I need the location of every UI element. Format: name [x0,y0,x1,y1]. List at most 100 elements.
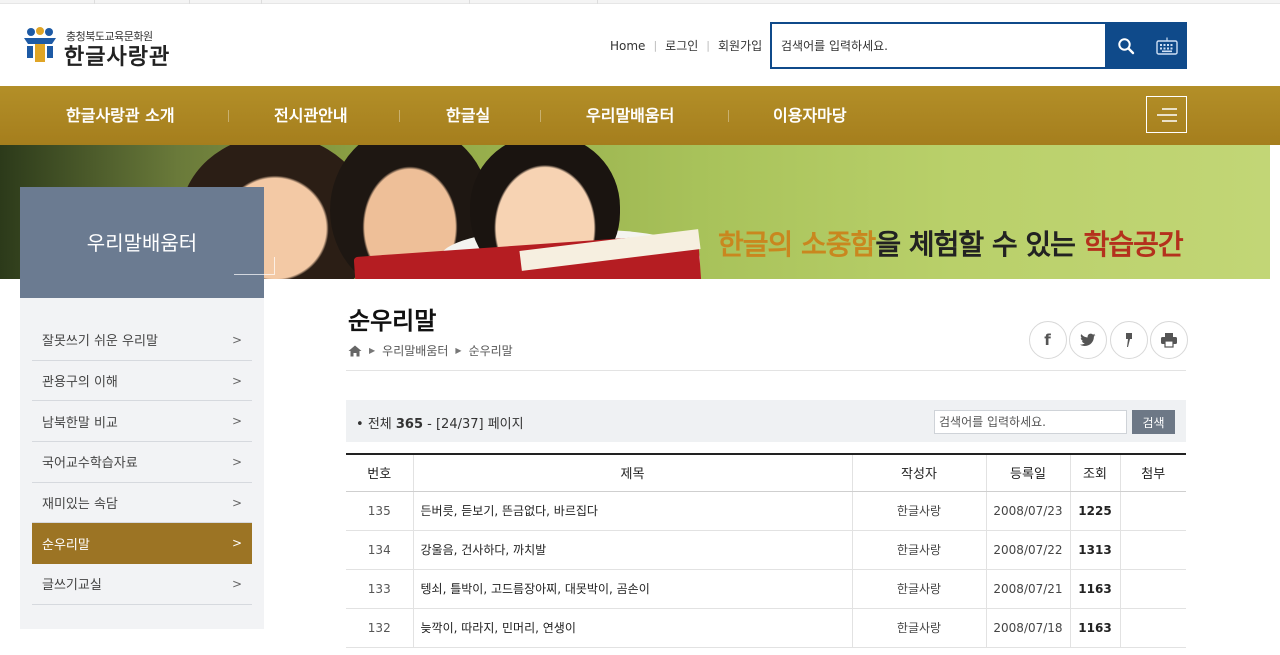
chevron-right-icon: > [231,414,242,429]
cell-date: 2008/07/23 [985,491,1070,531]
cell-author: 한글사랑 [851,491,986,531]
signup-link[interactable]: 회원가입 [718,37,762,54]
decorative-corner [234,257,275,275]
site-logo[interactable]: 충청북도교육문화원 한글사랑관 [20,26,195,70]
chevron-right-icon: > [231,332,242,347]
chevron-right-icon: > [231,536,242,551]
utility-links: Home | 로그인 | 회원가입 [610,37,762,54]
sidebar-item-label: 재미있는 속담 [42,497,118,513]
sidebar-title: 우리말배움터 [86,231,198,255]
breadcrumb-item-current: 순우리말 [468,344,513,358]
cell-views: 1163 [1069,608,1120,648]
login-link[interactable]: 로그인 [665,37,698,54]
cell-date: 2008/07/21 [985,569,1070,609]
nav-item-hangul-room[interactable]: 한글실 [446,86,490,145]
sidebar-item-writing-class[interactable]: 글쓰기교실 > [32,564,252,605]
cell-views: 1163 [1069,569,1120,609]
nav-item-community[interactable]: 이용자마당 [773,86,847,145]
cell-title-link[interactable]: 늦깍이, 따라지, 민머리, 연생이 [412,608,852,648]
cell-date: 2008/07/18 [985,608,1070,648]
sidebar-item-label: 관용구의 이해 [42,375,118,391]
cell-date: 2008/07/22 [985,530,1070,570]
column-header-author: 작성자 [851,454,986,492]
print-button[interactable] [1150,321,1188,359]
sidebar-item-misused-words[interactable]: 잘못쓰기 쉬운 우리말 > [32,320,252,361]
sidebar-item-label: 글쓰기교실 [42,578,102,594]
search-button[interactable] [1105,24,1146,67]
home-icon[interactable] [348,345,362,357]
sidebar-item-teaching-materials[interactable]: 국어교수학습자료 > [32,442,252,483]
table-header-row: 번호 제목 작성자 등록일 조회 첨부 [346,454,1186,492]
board-search-button[interactable]: 검색 [1132,410,1175,434]
sidebar-item-label: 순우리말 [42,537,90,553]
cell-attachment [1119,491,1186,531]
cell-number: 134 [346,530,413,570]
total-count: 365 [395,417,424,432]
cell-views: 1313 [1069,530,1120,570]
column-header-date: 등록일 [985,454,1070,492]
nav-item-intro[interactable]: 한글사랑관 소개 [66,86,175,145]
facebook-share-button[interactable]: f [1028,321,1067,359]
nav-item-exhibition[interactable]: 전시관안내 [274,86,348,145]
chevron-right-icon: > [231,454,242,469]
breadcrumb: ▶ 우리말배움터 ▶ 순우리말 [348,342,513,359]
divider: | [653,39,658,52]
column-header-views: 조회 [1069,454,1120,492]
column-header-number: 번호 [346,454,413,492]
keyboard-icon [1155,37,1178,55]
site-header: 충청북도교육문화원 한글사랑관 Home | 로그인 | 회원가입 [0,4,1280,86]
list-total: • 전체 365 - [24/37] 페이지 [356,417,524,432]
sidebar-menu: 잘못쓰기 쉬운 우리말 > 관용구의 이해 > 남북한말 비교 > 국어교수학습자료 >… [20,298,264,629]
cell-number: 133 [346,569,413,609]
cell-author: 한글사랑 [851,608,986,648]
site-search-input[interactable] [772,24,1105,67]
cell-author: 한글사랑 [851,569,986,609]
table-row[interactable]: 133 텡쇠, 틀박이, 고드름장아찌, 대못박이, 곰손이 한글사랑 2008… [346,569,1186,609]
sidebar-item-proverbs[interactable]: 재미있는 속담 > [32,483,252,524]
column-header-attachment: 첨부 [1119,454,1186,492]
slogan-highlight-red: 학습공간 [1083,228,1184,261]
nav-item-learning[interactable]: 우리말배움터 [586,86,674,145]
search-icon [1117,37,1134,54]
kakao-story-share-button[interactable] [1109,321,1148,359]
breadcrumb-item[interactable]: 우리말배움터 [382,342,448,359]
sidebar-item-label: 남북한말 비교 [42,415,118,431]
chevron-right-icon: > [231,373,242,388]
cell-author: 한글사랑 [851,530,986,570]
title-divider [346,370,1186,371]
table-row[interactable]: 134 강울음, 건사하다, 까치발 한글사랑 2008/07/22 1313 [346,530,1186,570]
nav-divider [540,110,541,122]
facebook-icon: f [1044,331,1051,349]
cell-title-link[interactable]: 강울음, 건사하다, 까치발 [412,530,852,570]
main-navigation: 한글사랑관 소개 전시관안내 한글실 우리말배움터 이용자마당 [0,86,1280,145]
twitter-share-button[interactable] [1069,321,1107,359]
board-search-input[interactable] [934,410,1127,434]
total-label: 전체 [367,417,392,432]
search-buttons [1105,24,1187,67]
cell-views: 1225 [1069,491,1120,531]
cell-number: 135 [346,491,413,531]
cell-number: 132 [346,608,413,648]
print-icon [1161,333,1177,348]
all-menu-button[interactable] [1146,96,1187,133]
table-row[interactable]: 135 든버릇, 듣보기, 뜬금없다, 바르집다 한글사랑 2008/07/23… [346,491,1186,531]
sidebar-title-box: 우리말배움터 [20,187,275,298]
site-search [770,22,1187,69]
sidebar-item-label: 국어교수학습자료 [42,456,138,472]
cell-title-link[interactable]: 든버릇, 듣보기, 뜬금없다, 바르집다 [412,491,852,531]
board-table: 번호 제목 작성자 등록일 조회 첨부 135 든버릇, 듣보기, 뜬금없다, … [346,453,1186,648]
slogan-highlight: 한글의 소중함 [718,228,876,261]
column-header-title: 제목 [412,454,852,492]
sidebar-item-idioms[interactable]: 관용구의 이해 > [32,361,252,402]
cell-attachment [1119,608,1186,648]
cell-title-link[interactable]: 텡쇠, 틀박이, 고드름장아찌, 대못박이, 곰손이 [412,569,852,609]
sidebar-item-native-words[interactable]: 순우리말 > [32,523,252,565]
page-info: [24/37] 페이지 [435,417,524,432]
sidebar-item-north-south[interactable]: 남북한말 비교 > [32,401,252,443]
home-link[interactable]: Home [610,39,645,53]
table-row[interactable]: 132 늦깍이, 따라지, 민머리, 연생이 한글사랑 2008/07/18 1… [346,608,1186,648]
virtual-keyboard-button[interactable] [1146,24,1187,67]
chevron-right-icon: > [231,576,242,591]
nav-divider [399,110,400,122]
divider: | [706,39,710,52]
